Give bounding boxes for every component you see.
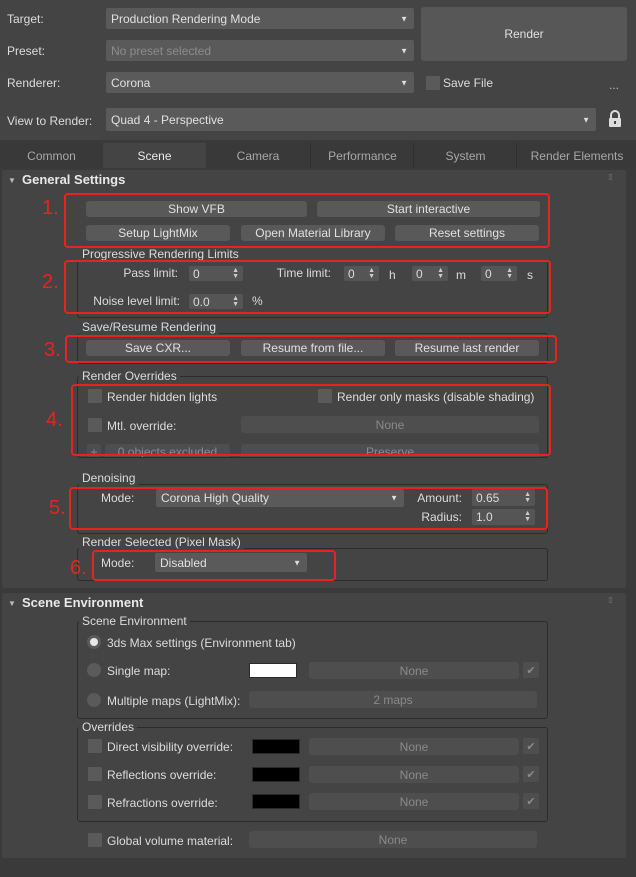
tab-scene[interactable]: Scene bbox=[103, 143, 206, 168]
single-map-enable-checkbox[interactable]: ✔ bbox=[523, 662, 539, 678]
tab-bar: Common Scene Camera Performance System R… bbox=[0, 143, 636, 168]
chevron-down-icon: ▼ bbox=[400, 14, 408, 23]
view-value: Quad 4 - Perspective bbox=[111, 112, 224, 127]
target-value: Production Rendering Mode bbox=[111, 11, 261, 26]
checkmark-icon: ✔ bbox=[526, 795, 536, 808]
annotation-box-5 bbox=[69, 487, 548, 530]
annotation-box-4 bbox=[71, 384, 551, 456]
renderer-dropdown[interactable]: Corona ▼ bbox=[106, 72, 414, 93]
lock-icon[interactable] bbox=[608, 110, 622, 128]
env-multiple-maps-radio[interactable] bbox=[87, 693, 101, 707]
target-dropdown[interactable]: Production Rendering Mode ▼ bbox=[106, 8, 414, 29]
target-label: Target: bbox=[7, 12, 44, 26]
global-volume-button[interactable]: None bbox=[249, 831, 537, 848]
tab-performance[interactable]: Performance bbox=[310, 143, 414, 168]
annotation-label-2: 2. bbox=[42, 271, 59, 293]
drag-grip-icon[interactable]: ⁞⁞⁞ bbox=[608, 596, 613, 605]
save-file-checkbox[interactable] bbox=[426, 76, 440, 90]
tab-camera[interactable]: Camera bbox=[206, 143, 310, 168]
preset-dropdown[interactable]: No preset selected ▼ bbox=[106, 40, 414, 61]
scene-environment-title[interactable]: Scene Environment bbox=[22, 595, 143, 610]
reflections-checkbox[interactable] bbox=[88, 767, 102, 781]
renderer-label: Renderer: bbox=[7, 76, 61, 90]
annotation-label-1: 1. bbox=[42, 197, 59, 219]
annotation-label-3: 3. bbox=[44, 339, 61, 361]
drag-grip-icon[interactable]: ⁞⁞⁞ bbox=[608, 173, 613, 182]
single-map-button[interactable]: None bbox=[309, 662, 519, 679]
checkmark-icon: ✔ bbox=[526, 768, 536, 781]
more-button[interactable]: ... bbox=[609, 78, 619, 92]
env-overrides-title: Overrides bbox=[79, 721, 138, 734]
refractions-enable-checkbox[interactable]: ✔ bbox=[523, 793, 539, 809]
annotation-box-1 bbox=[64, 193, 550, 248]
refractions-map-button[interactable]: None bbox=[309, 793, 519, 810]
checkmark-icon: ✔ bbox=[526, 664, 536, 677]
view-to-render-label: View to Render: bbox=[7, 114, 93, 128]
direct-visibility-enable-checkbox[interactable]: ✔ bbox=[523, 738, 539, 754]
tab-common[interactable]: Common bbox=[0, 143, 103, 168]
chevron-down-icon: ▼ bbox=[400, 78, 408, 87]
tab-system[interactable]: System bbox=[413, 143, 517, 168]
annotation-box-2 bbox=[64, 260, 551, 314]
render-overrides-title: Render Overrides bbox=[79, 370, 180, 383]
general-settings-title[interactable]: General Settings bbox=[22, 172, 125, 187]
renderer-value: Corona bbox=[111, 75, 151, 90]
annotation-box-6 bbox=[92, 550, 336, 581]
scene-environment-group-title: Scene Environment bbox=[79, 615, 190, 628]
preset-label: Preset: bbox=[7, 44, 46, 58]
tab-render-elements[interactable]: Render Elements bbox=[516, 143, 636, 168]
chevron-down-icon: ▼ bbox=[582, 115, 590, 124]
reflections-enable-checkbox[interactable]: ✔ bbox=[523, 766, 539, 782]
annotation-box-3 bbox=[65, 335, 557, 363]
collapse-triangle-icon[interactable]: ▼ bbox=[8, 176, 16, 185]
refractions-label: Refractions override: bbox=[107, 796, 218, 810]
direct-visibility-map-button[interactable]: None bbox=[309, 738, 519, 755]
env-single-map-radio[interactable] bbox=[87, 663, 101, 677]
save-file-label: Save File bbox=[443, 76, 494, 90]
global-volume-label: Global volume material: bbox=[107, 834, 234, 848]
render-selected-title: Render Selected (Pixel Mask) bbox=[79, 536, 244, 549]
refractions-color-swatch[interactable] bbox=[252, 794, 300, 809]
refractions-checkbox[interactable] bbox=[88, 795, 102, 809]
direct-visibility-color-swatch[interactable] bbox=[252, 739, 300, 754]
checkmark-icon: ✔ bbox=[526, 740, 536, 753]
env-single-map-label: Single map: bbox=[107, 664, 171, 678]
reflections-map-button[interactable]: None bbox=[309, 766, 519, 783]
direct-visibility-checkbox[interactable] bbox=[88, 739, 102, 753]
global-volume-checkbox[interactable] bbox=[88, 833, 102, 847]
annotation-label-6: 6. bbox=[70, 557, 87, 579]
save-resume-title: Save/Resume Rendering bbox=[79, 321, 220, 334]
chevron-down-icon: ▼ bbox=[400, 46, 408, 55]
env-max-settings-label: 3ds Max settings (Environment tab) bbox=[107, 636, 296, 650]
single-map-color-swatch[interactable] bbox=[249, 663, 297, 678]
annotation-label-5: 5. bbox=[49, 497, 66, 519]
multiple-maps-button[interactable]: 2 maps bbox=[249, 691, 537, 708]
preset-value: No preset selected bbox=[111, 43, 212, 58]
env-max-settings-radio[interactable] bbox=[87, 635, 101, 649]
collapse-triangle-icon[interactable]: ▼ bbox=[8, 599, 16, 608]
env-multiple-maps-label: Multiple maps (LightMix): bbox=[107, 694, 241, 708]
denoising-title: Denoising bbox=[79, 472, 139, 485]
reflections-label: Reflections override: bbox=[107, 768, 217, 782]
view-to-render-dropdown[interactable]: Quad 4 - Perspective ▼ bbox=[106, 108, 596, 131]
annotation-label-4: 4. bbox=[46, 409, 63, 431]
reflections-color-swatch[interactable] bbox=[252, 767, 300, 782]
direct-visibility-label: Direct visibility override: bbox=[107, 740, 234, 754]
render-button[interactable]: Render bbox=[421, 7, 627, 61]
